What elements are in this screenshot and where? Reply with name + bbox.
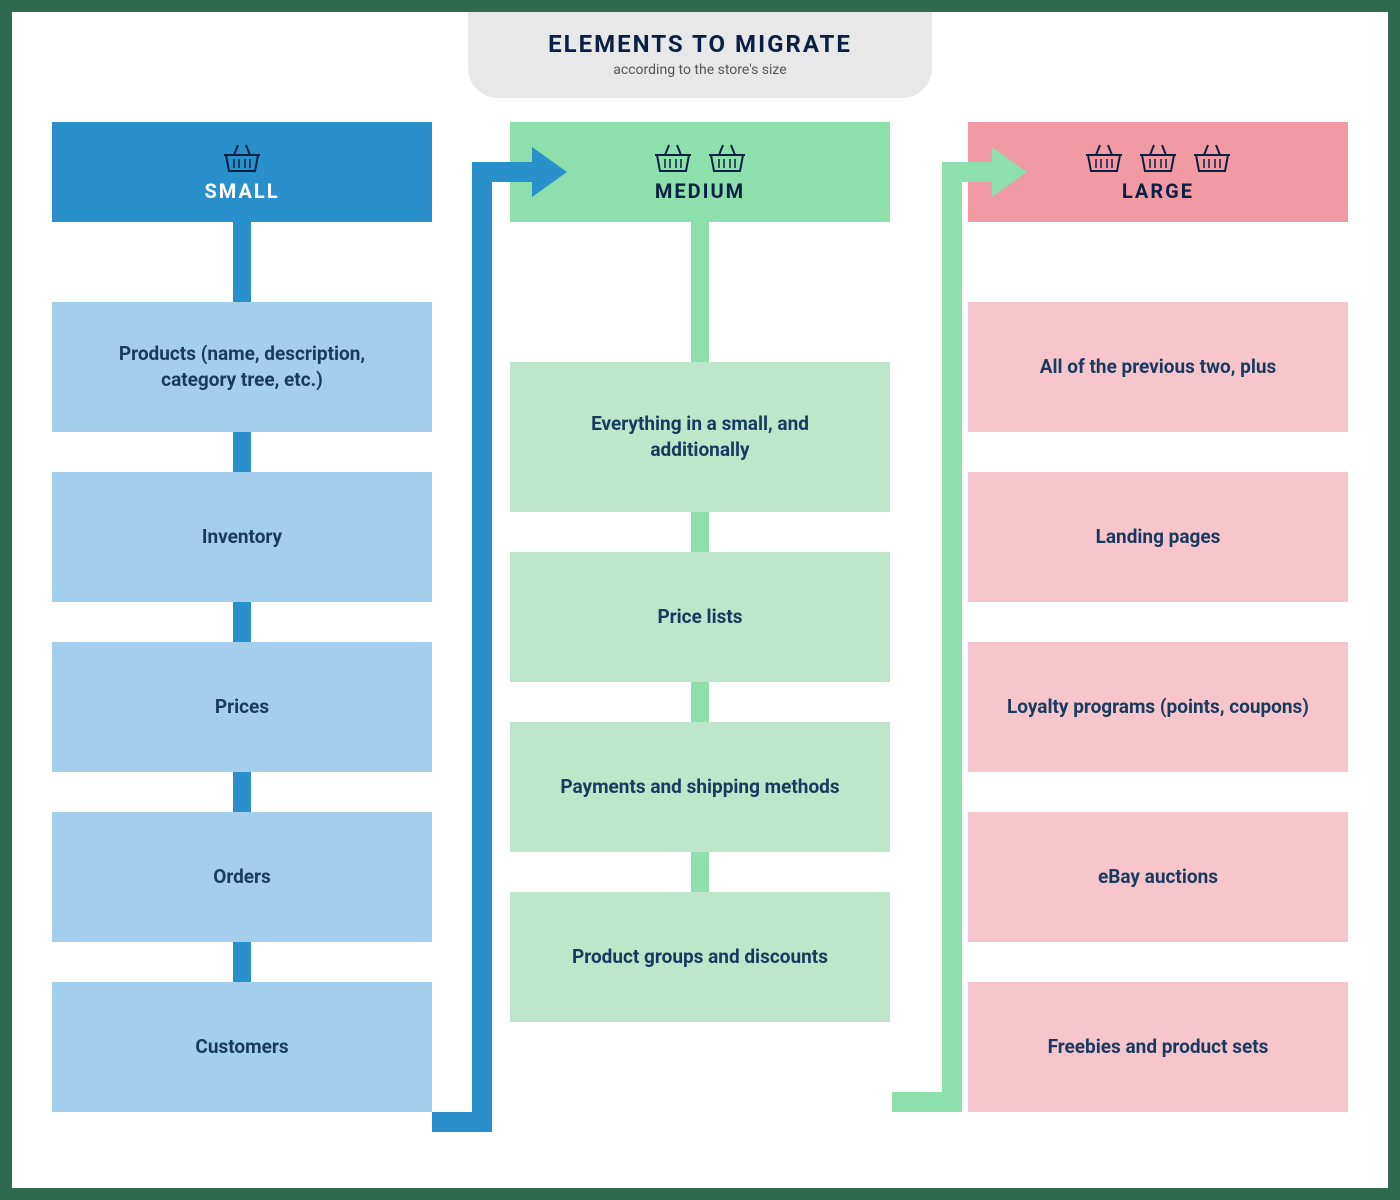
column-large-label: LARGE <box>1122 179 1194 203</box>
small-item: Orders <box>52 812 432 942</box>
small-item: Inventory <box>52 472 432 602</box>
connector <box>510 852 890 892</box>
large-item: Landing pages <box>968 472 1348 602</box>
large-item: Loyalty programs (points, coupons) <box>968 642 1348 772</box>
connector-small <box>233 222 251 302</box>
column-medium-items: Everything in a small, and additionally … <box>510 362 890 1148</box>
basket-icon <box>1138 141 1178 173</box>
basket-icon <box>707 141 747 173</box>
small-item: Products (name, description, category tr… <box>52 302 432 432</box>
column-medium: MEDIUM Everything in a small, and additi… <box>510 122 890 1148</box>
column-large-items: All of the previous two, plus Landing pa… <box>968 302 1348 1148</box>
connector <box>968 432 1348 472</box>
connector <box>52 432 432 472</box>
basket-icons-large <box>1084 141 1232 173</box>
connector <box>510 682 890 722</box>
large-item: Freebies and product sets <box>968 982 1348 1112</box>
connector <box>968 942 1348 982</box>
connector <box>52 772 432 812</box>
small-item: Customers <box>52 982 432 1112</box>
column-large: LARGE All of the previous two, plus Land… <box>968 122 1348 1148</box>
basket-icon <box>222 141 262 173</box>
basket-icon <box>1192 141 1232 173</box>
small-item: Prices <box>52 642 432 772</box>
column-medium-label: MEDIUM <box>655 179 745 203</box>
connector <box>52 602 432 642</box>
large-item: eBay auctions <box>968 812 1348 942</box>
title-banner: ELEMENTS TO MIGRATE according to the sto… <box>468 12 932 98</box>
medium-item: Product groups and discounts <box>510 892 890 1022</box>
medium-item: Payments and shipping methods <box>510 722 890 852</box>
diagram-title: ELEMENTS TO MIGRATE <box>548 30 852 58</box>
large-item: All of the previous two, plus <box>968 302 1348 432</box>
basket-icons-medium <box>653 141 747 173</box>
connector <box>510 512 890 552</box>
connector <box>52 942 432 982</box>
connector-medium <box>691 222 709 362</box>
column-small: SMALL Products (name, description, categ… <box>52 122 432 1148</box>
basket-icons-small <box>222 141 262 173</box>
basket-icon <box>653 141 693 173</box>
column-medium-header: MEDIUM <box>510 122 890 222</box>
medium-item: Everything in a small, and additionally <box>510 362 890 512</box>
column-small-header: SMALL <box>52 122 432 222</box>
column-small-label: SMALL <box>204 179 279 203</box>
medium-item: Price lists <box>510 552 890 682</box>
diagram-canvas: ELEMENTS TO MIGRATE according to the sto… <box>12 12 1388 1188</box>
connector <box>968 772 1348 812</box>
basket-icon <box>1084 141 1124 173</box>
connector <box>968 602 1348 642</box>
diagram-subtitle: according to the store's size <box>548 62 852 78</box>
columns-container: SMALL Products (name, description, categ… <box>12 122 1388 1188</box>
column-small-items: Products (name, description, category tr… <box>52 302 432 1148</box>
